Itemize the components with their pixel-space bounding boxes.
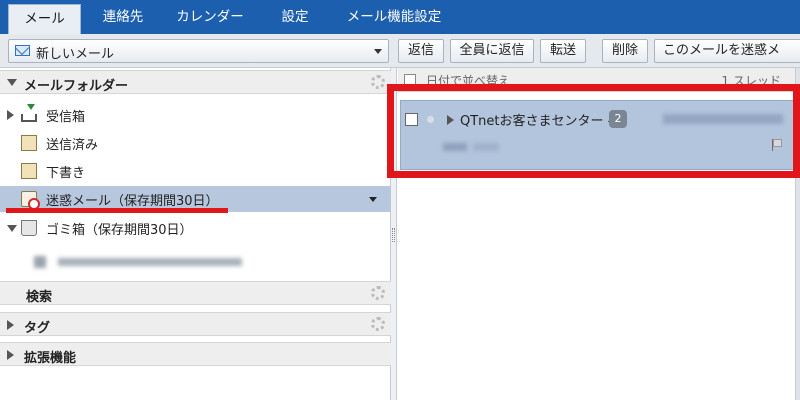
expand-icon	[7, 350, 14, 360]
collapse-icon[interactable]	[7, 225, 17, 232]
tab-mail[interactable]: メール	[8, 4, 81, 34]
folder-menu-icon[interactable]	[369, 197, 377, 202]
forward-button[interactable]: 転送	[540, 39, 586, 63]
folder-inbox[interactable]: 受信箱	[0, 102, 391, 128]
draft-folder-icon	[21, 163, 37, 179]
collapse-icon	[7, 79, 17, 86]
tab-calendar[interactable]: カレンダー	[164, 0, 256, 34]
extensions-section-header[interactable]: 拡張機能	[0, 342, 391, 366]
new-mail-icon	[15, 45, 30, 56]
folder-label: 受信箱	[46, 110, 86, 125]
sent-folder-icon	[21, 135, 37, 151]
tab-settings[interactable]: 設定	[266, 0, 324, 34]
new-mail-label: 新しいメール	[36, 47, 115, 62]
folder-sent[interactable]: 送信済み	[0, 130, 391, 156]
folder-label: 迷惑メール（保存期間30日）	[46, 194, 219, 209]
folder-label: ゴミ箱（保存期間30日）	[46, 223, 193, 238]
delete-button[interactable]: 削除	[602, 39, 648, 63]
account-icon	[34, 256, 46, 268]
folder-label: 送信済み	[46, 138, 99, 153]
folder-trash[interactable]: ゴミ箱（保存期間30日）	[0, 215, 391, 241]
chevron-down-icon[interactable]	[374, 49, 382, 54]
tab-contacts[interactable]: 連絡先	[88, 0, 158, 34]
annotation-highlight-box	[387, 84, 800, 178]
drag-handle-icon[interactable]	[392, 228, 395, 242]
tags-section-header[interactable]: タグ	[0, 312, 391, 336]
reply-button[interactable]: 返信	[398, 39, 444, 63]
gear-icon[interactable]	[371, 286, 385, 300]
gear-icon[interactable]	[371, 75, 385, 89]
search-section-header[interactable]: 検索	[0, 281, 391, 305]
annotation-underline	[6, 208, 228, 213]
top-nav-bar: メール 連絡先 カレンダー 設定 メール機能設定	[0, 0, 800, 34]
folder-panel: メールフォルダー 受信箱 送信済み 下書き 迷惑メール（保存期間30日） ゴミ箱…	[0, 68, 391, 400]
spam-folder-icon	[21, 191, 40, 210]
toolbar: 新しいメール 返信 全員に返信 転送 削除 このメールを迷惑メ	[0, 34, 800, 68]
tab-mail-feature-settings[interactable]: メール機能設定	[334, 0, 454, 34]
gear-icon[interactable]	[371, 317, 385, 331]
trash-icon	[21, 220, 37, 236]
expand-icon[interactable]	[7, 110, 14, 120]
folder-drafts[interactable]: 下書き	[0, 158, 391, 184]
search-section-title: 検索	[26, 290, 53, 305]
folders-section-title: メールフォルダー	[24, 79, 129, 94]
tags-section-title: タグ	[24, 321, 51, 336]
account-item-redacted[interactable]	[34, 254, 244, 270]
folder-label: 下書き	[46, 166, 86, 181]
mark-as-spam-button[interactable]: このメールを迷惑メ	[654, 39, 800, 63]
expand-icon	[7, 320, 14, 330]
inbox-icon	[21, 104, 37, 122]
folders-section-header[interactable]: メールフォルダー	[0, 70, 391, 94]
reply-all-button[interactable]: 全員に返信	[450, 39, 534, 63]
new-mail-button[interactable]: 新しいメール	[8, 39, 389, 63]
extensions-section-title: 拡張機能	[24, 351, 77, 366]
